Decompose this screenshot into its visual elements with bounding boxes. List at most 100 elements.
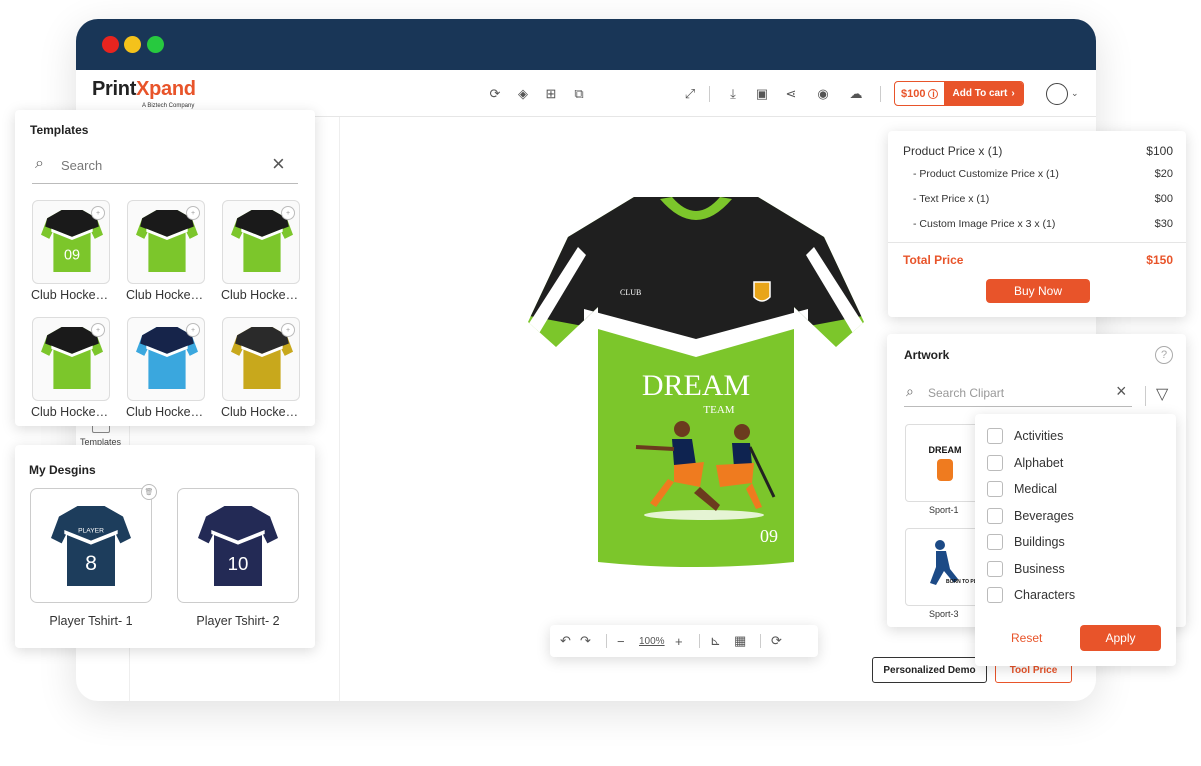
jersey-subtitle: TEAM — [703, 404, 734, 416]
filter-option-label: Alphabet — [1014, 455, 1064, 470]
layers-icon[interactable]: ◈ — [514, 85, 532, 103]
jersey-title: DREAM — [642, 369, 750, 402]
badge-icon — [753, 281, 771, 302]
template-thumb[interactable]: + — [222, 200, 300, 284]
clipart-sport-1[interactable]: DREAM — [905, 424, 985, 502]
total-price-value: $150 — [1146, 253, 1173, 267]
svg-text:8: 8 — [85, 551, 97, 575]
templates-search[interactable]: ⌕ Search × — [32, 150, 298, 184]
reset-rotate-icon[interactable]: ⟳ — [771, 633, 782, 649]
zoom-icon[interactable]: + — [281, 323, 295, 337]
design-label: Player Tshirt- 1 — [49, 614, 133, 628]
template-label: Club Hockey Jersey — [221, 288, 301, 302]
checkbox[interactable] — [987, 507, 1003, 524]
undo-icon[interactable]: ↶ — [560, 633, 580, 649]
zoom-icon[interactable]: + — [186, 206, 200, 220]
template-label: Club Hockey Jersey — [31, 405, 111, 419]
price-line-value: $30 — [1154, 218, 1173, 230]
close-icon[interactable]: × — [1116, 381, 1127, 402]
filter-option[interactable]: Alphabet — [987, 454, 1064, 471]
filter-option[interactable]: Characters — [987, 587, 1075, 603]
add-layer-icon[interactable]: ⊞ — [542, 85, 560, 103]
preview-eye-icon[interactable]: ◉ — [814, 85, 832, 103]
template-thumb[interactable]: + — [32, 317, 110, 401]
svg-text:PLAYER: PLAYER — [78, 527, 104, 534]
price-line-label: - Product Customize Price x (1) — [913, 168, 1059, 180]
filter-option[interactable]: Business — [987, 560, 1065, 577]
maximize-dot[interactable] — [147, 36, 164, 53]
artwork-search[interactable]: ⌕ Search Clipart × — [904, 381, 1132, 407]
price-line-value: $00 — [1154, 193, 1173, 205]
filter-icon[interactable]: ▽ — [1156, 384, 1168, 404]
my-designs-title: My Desgins — [29, 463, 96, 477]
redo-icon[interactable]: ↷ — [580, 633, 606, 649]
product-price-value: $100 — [1146, 144, 1173, 158]
download-icon[interactable]: ⤓ — [724, 85, 742, 103]
chevron-right-icon: › — [1011, 88, 1015, 99]
checkbox[interactable] — [987, 560, 1003, 577]
clipart-label: Sport-1 — [929, 505, 959, 515]
jersey-mockup[interactable]: CLUB DREAM TEAM 09 — [524, 197, 868, 567]
zoom-in-icon[interactable]: + — [675, 634, 699, 649]
search-icon: ⌕ — [35, 155, 44, 172]
help-icon[interactable]: ? — [1155, 346, 1173, 364]
zoom-icon[interactable]: + — [281, 206, 295, 220]
template-thumb[interactable]: + — [127, 317, 205, 401]
filter-option-label: Beverages — [1014, 508, 1074, 523]
checkbox[interactable] — [987, 481, 1003, 497]
ruler-icon[interactable]: ⊾ — [710, 633, 734, 649]
design-thumb[interactable]: PLAYER 8 — [30, 488, 152, 603]
design-thumb[interactable]: 10 — [177, 488, 299, 603]
add-to-cart-label: Add To cart — [952, 88, 1008, 99]
svg-text:10: 10 — [228, 553, 249, 574]
fullscreen-icon[interactable]: ⤢ — [681, 85, 699, 103]
share-icon[interactable]: ⋖ — [782, 85, 800, 103]
template-thumb[interactable]: + — [127, 200, 205, 284]
close-icon[interactable]: × — [272, 151, 285, 177]
templates-panel: Templates ⌕ Search × 09 + Club Hockey Jer… — [15, 110, 315, 426]
template-thumb[interactable]: 09 + — [32, 200, 110, 284]
my-designs-panel: My Desgins PLAYER 8 Player Tshirt- 1 10 … — [15, 445, 315, 648]
price-cart-button[interactable]: $100 i Add To cart › — [894, 81, 1024, 106]
artwork-search-input[interactable]: Search Clipart — [928, 386, 1004, 400]
zoom-level[interactable]: 100% — [639, 636, 675, 647]
minimize-dot[interactable] — [124, 36, 141, 53]
filter-option[interactable]: Medical — [987, 481, 1057, 497]
clipart-sport-3[interactable]: BORN TO PLAY — [905, 528, 985, 606]
checkbox[interactable] — [987, 534, 1003, 550]
filter-option-label: Business — [1014, 561, 1065, 576]
filter-option[interactable]: Activities — [987, 428, 1063, 444]
apply-button[interactable]: Apply — [1080, 625, 1161, 651]
checkbox[interactable] — [987, 428, 1003, 444]
trash-icon[interactable]: 🗑 — [141, 484, 157, 500]
design-label: Player Tshirt- 2 — [196, 614, 280, 628]
cloud-icon[interactable]: ☁ — [847, 85, 865, 103]
search-icon: ⌕ — [906, 383, 914, 399]
filter-option[interactable]: Buildings — [987, 534, 1065, 550]
duplicate-icon[interactable]: ⧉ — [570, 85, 588, 103]
checkbox[interactable] — [987, 587, 1003, 603]
filter-option[interactable]: Beverages — [987, 507, 1074, 524]
zoom-out-icon[interactable]: − — [617, 634, 639, 649]
zoom-icon[interactable]: + — [91, 323, 105, 337]
close-dot[interactable] — [102, 36, 119, 53]
zoom-icon[interactable]: + — [186, 323, 200, 337]
filter-option-label: Medical — [1014, 482, 1058, 496]
template-label: Club Hockey Jersey — [126, 405, 206, 419]
refresh-icon[interactable]: ⟳ — [486, 85, 504, 103]
pricing-panel: Product Price x (1) $100 - Product Custo… — [888, 131, 1186, 317]
personalized-demo-button[interactable]: Personalized Demo — [872, 657, 987, 683]
clipart-filter-dropdown: Activities Alphabet Medical Beverages Buildi… — [975, 414, 1176, 666]
filter-option-label: Buildings — [1014, 535, 1065, 549]
checkbox[interactable] — [987, 454, 1003, 471]
buy-now-button[interactable]: Buy Now — [986, 279, 1090, 303]
reset-button[interactable]: Reset — [1011, 631, 1042, 645]
zoom-icon[interactable]: + — [91, 206, 105, 220]
chevron-down-icon[interactable]: ⌄ — [1071, 88, 1079, 99]
grid-icon[interactable]: ▦ — [734, 633, 760, 649]
save-icon[interactable]: ▣ — [753, 85, 771, 103]
template-thumb[interactable]: + — [222, 317, 300, 401]
templates-title: Templates — [30, 123, 89, 137]
user-avatar-icon[interactable] — [1046, 83, 1068, 105]
templates-search-input[interactable]: Search — [61, 158, 102, 173]
